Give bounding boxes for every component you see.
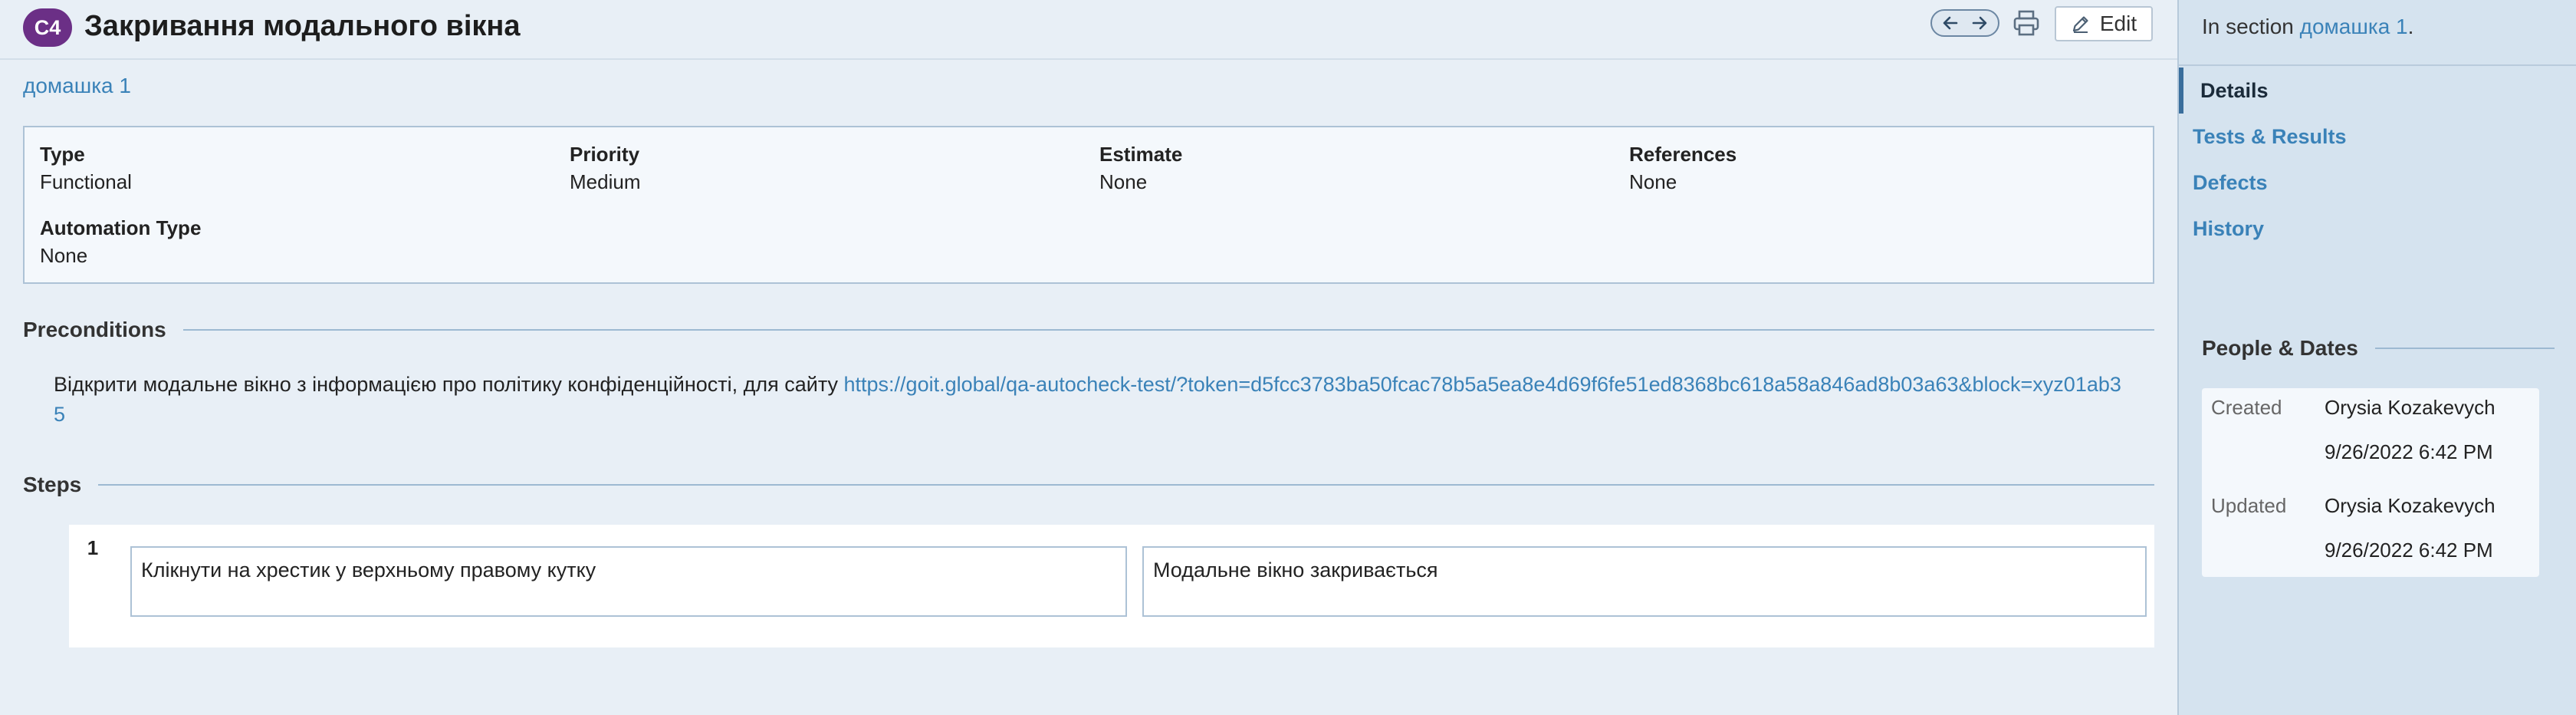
field-type-value: Functional bbox=[40, 170, 132, 193]
updated-by: Orysia Kozakevych bbox=[2325, 494, 2496, 517]
people-dates-card: Created Orysia Kozakevych 9/26/2022 6:42… bbox=[2202, 388, 2539, 577]
preconditions-heading-label: Preconditions bbox=[23, 318, 166, 341]
case-id-badge: C4 bbox=[23, 8, 72, 47]
field-type-label: Type bbox=[40, 143, 85, 166]
field-references-label: References bbox=[1629, 143, 1737, 166]
arrow-left-icon[interactable] bbox=[1941, 14, 1960, 32]
field-type: Type Functional bbox=[40, 141, 132, 196]
sidebar-divider bbox=[2179, 64, 2576, 66]
field-estimate-value: None bbox=[1099, 170, 1148, 193]
sidebar-item-history[interactable]: History bbox=[2179, 206, 2576, 252]
arrow-right-icon[interactable] bbox=[1970, 14, 1989, 32]
right-sidebar: In section домашка 1. Details Tests & Re… bbox=[2177, 0, 2576, 715]
updated-label: Updated bbox=[2211, 494, 2287, 517]
field-references: References None bbox=[1629, 141, 1737, 196]
steps-heading-label: Steps bbox=[23, 473, 82, 496]
main-content: C4 Закривання модального вікна Edit дома… bbox=[0, 0, 2177, 715]
sidebar-nav: Details Tests & Results Defects History bbox=[2179, 68, 2576, 252]
steps-heading: Steps bbox=[23, 473, 2154, 497]
step-number: 1 bbox=[69, 525, 117, 571]
page-title: Закривання модального вікна bbox=[84, 10, 521, 42]
created-by: Orysia Kozakevych bbox=[2325, 396, 2496, 419]
people-dates-heading-label: People & Dates bbox=[2202, 336, 2358, 360]
preconditions-heading: Preconditions bbox=[23, 318, 2154, 342]
field-estimate-label: Estimate bbox=[1099, 143, 1183, 166]
case-navigation bbox=[1930, 9, 1999, 37]
sidebar-item-tests-results[interactable]: Tests & Results bbox=[2179, 114, 2576, 160]
in-section-suffix: . bbox=[2407, 15, 2414, 38]
field-references-value: None bbox=[1629, 170, 1677, 193]
field-priority-label: Priority bbox=[570, 143, 640, 166]
field-automation-type-label: Automation Type bbox=[40, 216, 202, 239]
created-at: 9/26/2022 6:42 PM bbox=[2325, 440, 2493, 463]
preconditions-text: Відкрити модальне вікно з інформацією пр… bbox=[54, 373, 844, 396]
printer-icon[interactable] bbox=[2012, 9, 2041, 37]
sidebar-item-details[interactable]: Details bbox=[2179, 68, 2576, 114]
edit-button-label: Edit bbox=[2099, 12, 2137, 35]
sidebar-item-defects[interactable]: Defects bbox=[2179, 160, 2576, 206]
people-dates-heading: People & Dates bbox=[2202, 336, 2555, 361]
field-automation-type: Automation Type None bbox=[40, 215, 201, 270]
updated-at: 9/26/2022 6:42 PM bbox=[2325, 539, 2493, 562]
step-expected-result: Модальне вікно закривається bbox=[1142, 546, 2147, 617]
heading-divider bbox=[2374, 348, 2555, 349]
field-estimate: Estimate None bbox=[1099, 141, 1182, 196]
heading-divider bbox=[98, 484, 2154, 486]
field-priority: Priority Medium bbox=[570, 141, 640, 196]
heading-divider bbox=[182, 329, 2154, 331]
preconditions-content: Відкрити модальне вікно з інформацією пр… bbox=[54, 370, 2124, 430]
created-label: Created bbox=[2211, 396, 2282, 419]
step-action: Клікнути на хрестик у верхньому правому … bbox=[130, 546, 1127, 617]
in-section-info: In section домашка 1. bbox=[2202, 14, 2413, 40]
pencil-icon bbox=[2072, 16, 2088, 33]
case-header: C4 Закривання модального вікна Edit bbox=[0, 0, 2177, 60]
in-section-link[interactable]: домашка 1 bbox=[2300, 15, 2408, 38]
case-fields-panel: Type Functional Priority Medium Estimate… bbox=[23, 126, 2154, 284]
field-priority-value: Medium bbox=[570, 170, 641, 193]
in-section-prefix: In section bbox=[2202, 15, 2300, 38]
section-breadcrumb-link[interactable]: домашка 1 bbox=[23, 74, 131, 98]
edit-button[interactable]: Edit bbox=[2055, 6, 2153, 41]
field-automation-type-value: None bbox=[40, 244, 88, 267]
